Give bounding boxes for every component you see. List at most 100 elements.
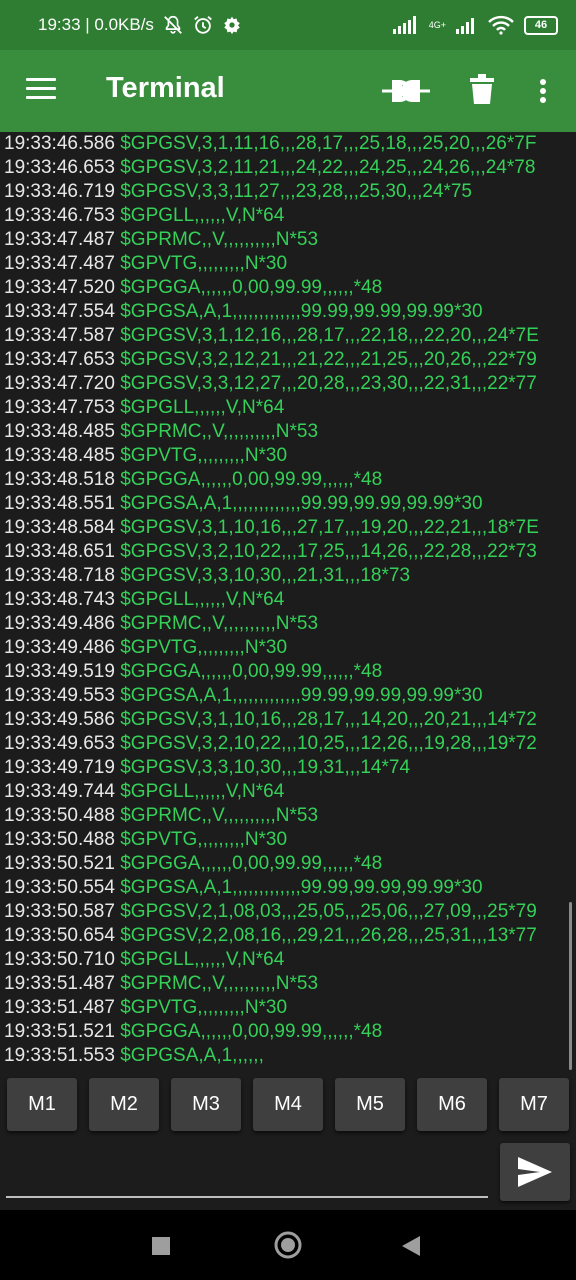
terminal-line: 19:33:46.586 $GPGSV,3,1,11,16,,,28,17,,,… bbox=[0, 132, 576, 156]
line-message: $GPGSV,3,1,10,16,,,27,17,,,19,20,,,22,21… bbox=[120, 517, 539, 538]
line-message: $GPGSA,A,1,,,,,,,,,,,,,99.99,99.99,99.99… bbox=[120, 877, 483, 898]
terminal-line: 19:33:51.521 $GPGGA,,,,,,0,00,99.99,,,,,… bbox=[0, 1020, 576, 1044]
wifi-icon bbox=[488, 15, 514, 35]
terminal-line: 19:33:48.485 $GPRMC,,V,,,,,,,,,,N*53 bbox=[0, 420, 576, 444]
status-left: 19:33 | 0.0KB/s bbox=[38, 14, 242, 36]
terminal-line: 19:33:47.487 $GPVTG,,,,,,,,,N*30 bbox=[0, 252, 576, 276]
terminal-line: 19:33:51.487 $GPVTG,,,,,,,,,N*30 bbox=[0, 996, 576, 1020]
line-message: $GPGSV,3,3,10,30,,,21,31,,,18*73 bbox=[120, 565, 411, 586]
line-message: $GPGSA,A,1,,,,,, bbox=[120, 1045, 264, 1066]
macro-button-m5[interactable]: M5 bbox=[335, 1078, 405, 1131]
line-timestamp: 19:33:47.653 bbox=[4, 349, 115, 370]
line-timestamp: 19:33:51.521 bbox=[4, 1021, 115, 1042]
line-timestamp: 19:33:47.487 bbox=[4, 253, 115, 274]
terminal-line: 19:33:50.488 $GPRMC,,V,,,,,,,,,,N*53 bbox=[0, 804, 576, 828]
terminal-output[interactable]: 19:33:46.586 $GPGSV,3,1,11,16,,,28,17,,,… bbox=[0, 132, 576, 1072]
settings-icon bbox=[224, 16, 240, 35]
terminal-line: 19:33:50.554 $GPGSA,A,1,,,,,,,,,,,,,99.9… bbox=[0, 876, 576, 900]
line-timestamp: 19:33:49.519 bbox=[4, 661, 115, 682]
menu-icon[interactable] bbox=[26, 78, 56, 100]
signal-icon-2 bbox=[456, 18, 474, 34]
terminal-line: 19:33:49.744 $GPGLL,,,,,,V,N*64 bbox=[0, 780, 576, 804]
navigation-bar bbox=[0, 1210, 576, 1280]
terminal-line: 19:33:50.587 $GPGSV,2,1,08,03,,,25,05,,,… bbox=[0, 900, 576, 924]
macro-button-m1[interactable]: M1 bbox=[7, 1078, 77, 1131]
signal-icon bbox=[392, 16, 416, 34]
terminal-line: 19:33:49.586 $GPGSV,3,1,10,16,,,28,17,,,… bbox=[0, 708, 576, 732]
delete-icon[interactable] bbox=[470, 74, 494, 104]
macro-button-m4[interactable]: M4 bbox=[253, 1078, 323, 1131]
line-message: $GPVTG,,,,,,,,,N*30 bbox=[120, 445, 288, 466]
line-message: $GPGSA,A,1,,,,,,,,,,,,,99.99,99.99,99.99… bbox=[120, 301, 483, 322]
line-message: $GPGLL,,,,,,V,N*64 bbox=[120, 781, 285, 802]
alarm-icon bbox=[194, 16, 212, 34]
line-message: $GPVTG,,,,,,,,,N*30 bbox=[120, 829, 288, 850]
line-timestamp: 19:33:50.488 bbox=[4, 829, 115, 850]
home-icon[interactable] bbox=[274, 1231, 302, 1259]
line-timestamp: 19:33:49.653 bbox=[4, 733, 115, 754]
line-message: $GPGSA,A,1,,,,,,,,,,,,,99.99,99.99,99.99… bbox=[120, 685, 483, 706]
terminal-line: 19:33:49.719 $GPGSV,3,3,10,30,,,19,31,,,… bbox=[0, 756, 576, 780]
line-message: $GPGLL,,,,,,V,N*64 bbox=[120, 397, 285, 418]
more-vert-icon[interactable] bbox=[538, 78, 548, 106]
terminal-line: 19:33:50.710 $GPGLL,,,,,,V,N*64 bbox=[0, 948, 576, 972]
terminal-line: 19:33:48.551 $GPGSA,A,1,,,,,,,,,,,,,99.9… bbox=[0, 492, 576, 516]
line-timestamp: 19:33:47.720 bbox=[4, 373, 115, 394]
line-message: $GPVTG,,,,,,,,,N*30 bbox=[120, 253, 288, 274]
line-timestamp: 19:33:49.719 bbox=[4, 757, 115, 778]
status-right: 4G+ 46 bbox=[392, 15, 558, 35]
terminal-line: 19:33:47.554 $GPGSA,A,1,,,,,,,,,,,,,99.9… bbox=[0, 300, 576, 324]
line-message: $GPGSV,3,1,10,16,,,28,17,,,14,20,,,20,21… bbox=[120, 709, 537, 730]
terminal-line: 19:33:47.653 $GPGSV,3,2,12,21,,,21,22,,,… bbox=[0, 348, 576, 372]
line-timestamp: 19:33:46.719 bbox=[4, 181, 115, 202]
terminal-line: 19:33:50.521 $GPGGA,,,,,,0,00,99.99,,,,,… bbox=[0, 852, 576, 876]
line-message: $GPGLL,,,,,,V,N*64 bbox=[120, 205, 285, 226]
battery-icon: 46 bbox=[524, 15, 558, 35]
line-timestamp: 19:33:46.586 bbox=[4, 133, 115, 154]
line-timestamp: 19:33:50.521 bbox=[4, 853, 115, 874]
terminal-line: 19:33:48.485 $GPVTG,,,,,,,,,N*30 bbox=[0, 444, 576, 468]
terminal-line: 19:33:50.654 $GPGSV,2,2,08,16,,,29,21,,,… bbox=[0, 924, 576, 948]
line-message: $GPGGA,,,,,,0,00,99.99,,,,,,*48 bbox=[120, 1021, 383, 1042]
line-timestamp: 19:33:46.653 bbox=[4, 157, 115, 178]
terminal-line: 19:33:48.718 $GPGSV,3,3,10,30,,,21,31,,,… bbox=[0, 564, 576, 588]
send-text-input[interactable] bbox=[6, 1150, 490, 1192]
line-message: $GPGSV,3,1,12,16,,,28,17,,,22,18,,,22,20… bbox=[120, 325, 539, 346]
terminal-line: 19:33:50.488 $GPVTG,,,,,,,,,N*30 bbox=[0, 828, 576, 852]
macro-button-m3[interactable]: M3 bbox=[171, 1078, 241, 1131]
send-button[interactable] bbox=[500, 1143, 570, 1201]
terminal-line: 19:33:49.519 $GPGGA,,,,,,0,00,99.99,,,,,… bbox=[0, 660, 576, 684]
terminal-line: 19:33:49.553 $GPGSA,A,1,,,,,,,,,,,,,99.9… bbox=[0, 684, 576, 708]
macro-button-m6[interactable]: M6 bbox=[417, 1078, 487, 1131]
macro-button-m7[interactable]: M7 bbox=[499, 1078, 569, 1131]
app-title: Terminal bbox=[106, 72, 225, 104]
line-message: $GPGSV,3,3,10,30,,,19,31,,,14*74 bbox=[120, 757, 411, 778]
line-timestamp: 19:33:46.753 bbox=[4, 205, 115, 226]
line-message: $GPGSV,3,3,11,27,,,23,28,,,25,30,,,24*75 bbox=[120, 181, 473, 202]
network-type-label: 4G+ bbox=[428, 20, 446, 30]
battery-level: 46 bbox=[534, 18, 548, 31]
line-message: $GPGSV,3,2,10,22,,,10,25,,,12,26,,,19,28… bbox=[120, 733, 537, 754]
line-message: $GPRMC,,V,,,,,,,,,,N*53 bbox=[120, 613, 319, 634]
line-message: $GPGGA,,,,,,0,00,99.99,,,,,,*48 bbox=[120, 469, 383, 490]
line-timestamp: 19:33:49.553 bbox=[4, 685, 115, 706]
connect-icon[interactable] bbox=[382, 76, 430, 106]
line-timestamp: 19:33:51.487 bbox=[4, 997, 115, 1018]
terminal-line: 19:33:51.487 $GPRMC,,V,,,,,,,,,,N*53 bbox=[0, 972, 576, 996]
recents-icon[interactable] bbox=[152, 1237, 170, 1255]
app-bar: Terminal bbox=[0, 50, 576, 132]
terminal-line: 19:33:48.743 $GPGLL,,,,,,V,N*64 bbox=[0, 588, 576, 612]
macro-button-m2[interactable]: M2 bbox=[89, 1078, 159, 1131]
line-message: $GPGSA,A,1,,,,,,,,,,,,,99.99,99.99,99.99… bbox=[120, 493, 483, 514]
terminal-line: 19:33:47.753 $GPGLL,,,,,,V,N*64 bbox=[0, 396, 576, 420]
line-timestamp: 19:33:48.718 bbox=[4, 565, 115, 586]
back-icon[interactable] bbox=[402, 1236, 420, 1256]
terminal-line: 19:33:48.518 $GPGGA,,,,,,0,00,99.99,,,,,… bbox=[0, 468, 576, 492]
send-icon bbox=[518, 1157, 552, 1187]
line-message: $GPVTG,,,,,,,,,N*30 bbox=[120, 997, 288, 1018]
scrollbar[interactable] bbox=[569, 902, 572, 1070]
terminal-line: 19:33:49.486 $GPRMC,,V,,,,,,,,,,N*53 bbox=[0, 612, 576, 636]
line-message: $GPGLL,,,,,,V,N*64 bbox=[120, 949, 285, 970]
line-timestamp: 19:33:48.743 bbox=[4, 589, 115, 610]
terminal-line: 19:33:48.651 $GPGSV,3,2,10,22,,,17,25,,,… bbox=[0, 540, 576, 564]
